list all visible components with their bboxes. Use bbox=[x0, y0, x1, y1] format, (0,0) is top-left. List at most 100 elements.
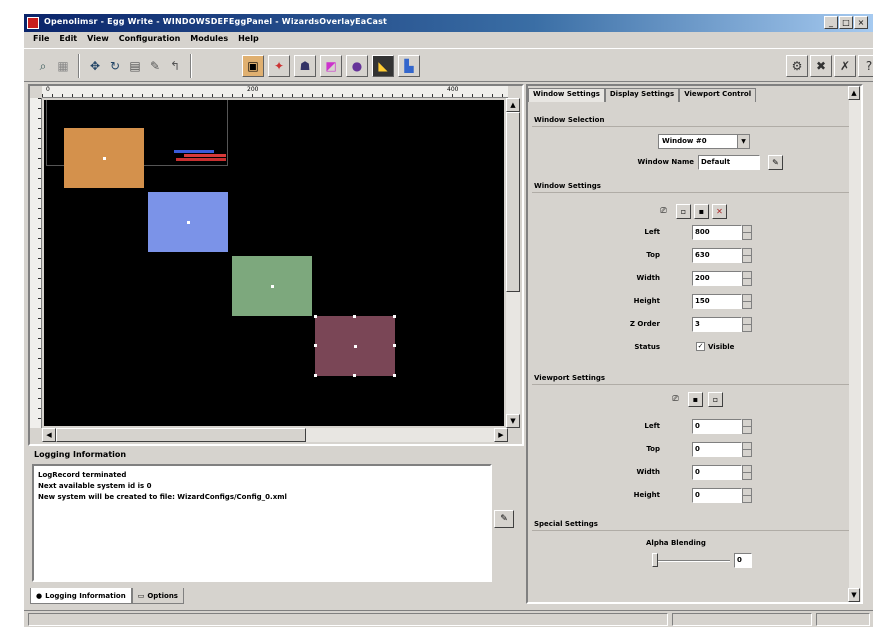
grid-icon[interactable]: ▦ bbox=[52, 55, 74, 77]
viewport-align-icon[interactable]: ▪ bbox=[688, 392, 703, 407]
viewport-width-spinner[interactable] bbox=[742, 465, 752, 480]
sphere-icon[interactable]: ● bbox=[346, 55, 368, 77]
menu-view[interactable]: View bbox=[82, 32, 114, 48]
viewport-visual-icon: ⎚ bbox=[668, 392, 683, 407]
window-tool-icon[interactable]: ▣ bbox=[242, 55, 264, 77]
scroll-thumb[interactable] bbox=[506, 112, 520, 292]
image-tool-icon[interactable]: ✦ bbox=[268, 55, 290, 77]
viewport-reset-icon[interactable]: ▫ bbox=[708, 392, 723, 407]
height-spinner[interactable] bbox=[742, 294, 752, 309]
window-rect-orange[interactable] bbox=[64, 128, 144, 188]
refresh-icon[interactable]: ↻ bbox=[104, 55, 126, 77]
scroll-up-icon[interactable]: ▲ bbox=[848, 86, 860, 100]
tab-logging-information[interactable]: ● Logging Information bbox=[30, 588, 132, 604]
scroll-thumb[interactable] bbox=[56, 428, 306, 442]
viewport-height-spinner[interactable] bbox=[742, 488, 752, 503]
rename-icon[interactable]: ✎ bbox=[768, 155, 783, 170]
align-center-icon[interactable]: ▪ bbox=[694, 204, 709, 219]
left-spinner[interactable] bbox=[742, 225, 752, 240]
width-spinner[interactable] bbox=[742, 271, 752, 286]
scroll-down-icon[interactable]: ▼ bbox=[506, 414, 520, 428]
resize-handle[interactable] bbox=[353, 374, 356, 377]
info-icon: ● bbox=[36, 591, 43, 600]
alpha-slider-thumb[interactable] bbox=[652, 553, 658, 567]
toolbar-separator bbox=[78, 54, 80, 78]
alpha-value-input[interactable]: 0 bbox=[734, 553, 752, 568]
tab-window-settings[interactable]: Window Settings bbox=[528, 88, 605, 102]
scroll-down-icon[interactable]: ▼ bbox=[848, 588, 860, 602]
minimize-icon[interactable]: _ bbox=[824, 16, 838, 29]
close-icon[interactable]: × bbox=[854, 16, 868, 29]
menu-bar: File Edit View Configuration Modules Hel… bbox=[24, 32, 873, 48]
pen-icon[interactable]: ✎ bbox=[144, 55, 166, 77]
width-input[interactable]: 200 bbox=[692, 271, 742, 286]
resize-handle[interactable] bbox=[393, 315, 396, 318]
viewport-top-spinner[interactable] bbox=[742, 442, 752, 457]
tab-options[interactable]: ▭ Options bbox=[131, 588, 184, 604]
menu-edit[interactable]: Edit bbox=[54, 32, 82, 48]
viewport-top-input[interactable]: 0 bbox=[692, 442, 742, 457]
z-order-input[interactable]: 3 bbox=[692, 317, 742, 332]
window-name-label: Window Name bbox=[637, 158, 694, 166]
log-line: LogRecord terminated bbox=[38, 471, 127, 479]
menu-configuration[interactable]: Configuration bbox=[114, 32, 186, 48]
layout-canvas[interactable] bbox=[44, 100, 504, 426]
align-left-icon[interactable]: ▫ bbox=[676, 204, 691, 219]
tool-icon[interactable]: ✗ bbox=[834, 55, 856, 77]
window-rect-green[interactable] bbox=[232, 256, 312, 316]
scroll-right-icon[interactable]: ▶ bbox=[494, 428, 508, 442]
clear-log-icon[interactable]: ✎ bbox=[494, 510, 514, 528]
top-spinner[interactable] bbox=[742, 248, 752, 263]
window-name-input[interactable]: Default bbox=[698, 155, 760, 170]
status-cell bbox=[672, 613, 812, 626]
tab-display-settings[interactable]: Display Settings bbox=[604, 88, 680, 102]
viewport-width-label: Width bbox=[636, 468, 660, 476]
delete-window-icon[interactable]: ✕ bbox=[712, 204, 727, 219]
canvas-vertical-scrollbar[interactable]: ▲ ▼ bbox=[506, 98, 520, 428]
horizontal-ruler: 0 200 400 bbox=[42, 86, 508, 98]
layout-icon[interactable]: ▤ bbox=[124, 55, 146, 77]
alpha-blending-label: Alpha Blending bbox=[646, 539, 706, 547]
teapot-icon[interactable]: ☗ bbox=[294, 55, 316, 77]
viewport-width-input[interactable]: 0 bbox=[692, 465, 742, 480]
window-rect-selected[interactable] bbox=[314, 315, 396, 377]
palette-icon[interactable]: ◩ bbox=[320, 55, 342, 77]
status-label: Status bbox=[634, 343, 660, 351]
resize-handle[interactable] bbox=[393, 344, 396, 347]
chevron-down-icon[interactable]: ▼ bbox=[737, 135, 749, 148]
visible-checkbox[interactable]: ✓ bbox=[696, 342, 705, 351]
photo-icon[interactable]: ◣ bbox=[372, 55, 394, 77]
menu-help[interactable]: Help bbox=[233, 32, 264, 48]
viewport-left-spinner[interactable] bbox=[742, 419, 752, 434]
maximize-icon[interactable]: □ bbox=[839, 16, 853, 29]
select-tool-icon[interactable]: ✥ bbox=[84, 55, 106, 77]
menu-file[interactable]: File bbox=[28, 32, 54, 48]
scroll-left-icon[interactable]: ◀ bbox=[42, 428, 56, 442]
arrow-tool-icon[interactable]: ↰ bbox=[164, 55, 186, 77]
extra-tool-icon[interactable]: ? bbox=[858, 55, 873, 77]
z-order-spinner[interactable] bbox=[742, 317, 752, 332]
log-output[interactable]: LogRecord terminated Next available syst… bbox=[32, 464, 492, 582]
zoom-icon[interactable]: ⌕ bbox=[32, 55, 54, 77]
viewport-left-input[interactable]: 0 bbox=[692, 419, 742, 434]
resize-handle[interactable] bbox=[353, 315, 356, 318]
resize-handle[interactable] bbox=[314, 344, 317, 347]
menu-modules[interactable]: Modules bbox=[185, 32, 233, 48]
height-input[interactable]: 150 bbox=[692, 294, 742, 309]
config-icon[interactable]: ⚙ bbox=[786, 55, 808, 77]
scroll-up-icon[interactable]: ▲ bbox=[506, 98, 520, 112]
wrench-icon[interactable]: ✖ bbox=[810, 55, 832, 77]
canvas-horizontal-scrollbar[interactable]: ◀ ▶ bbox=[42, 428, 508, 442]
viewport-height-input[interactable]: 0 bbox=[692, 488, 742, 503]
panel-vertical-scrollbar[interactable]: ▲ ▼ bbox=[848, 86, 861, 602]
window-select[interactable]: Window #0 ▼ bbox=[658, 134, 750, 149]
chart-icon[interactable]: ▙ bbox=[398, 55, 420, 77]
alpha-slider-track[interactable] bbox=[654, 560, 730, 562]
resize-handle[interactable] bbox=[314, 374, 317, 377]
window-rect-blue[interactable] bbox=[148, 192, 228, 252]
tab-viewport-control[interactable]: Viewport Control bbox=[679, 88, 757, 102]
resize-handle[interactable] bbox=[314, 315, 317, 318]
resize-handle[interactable] bbox=[393, 374, 396, 377]
left-input[interactable]: 800 bbox=[692, 225, 742, 240]
top-input[interactable]: 630 bbox=[692, 248, 742, 263]
